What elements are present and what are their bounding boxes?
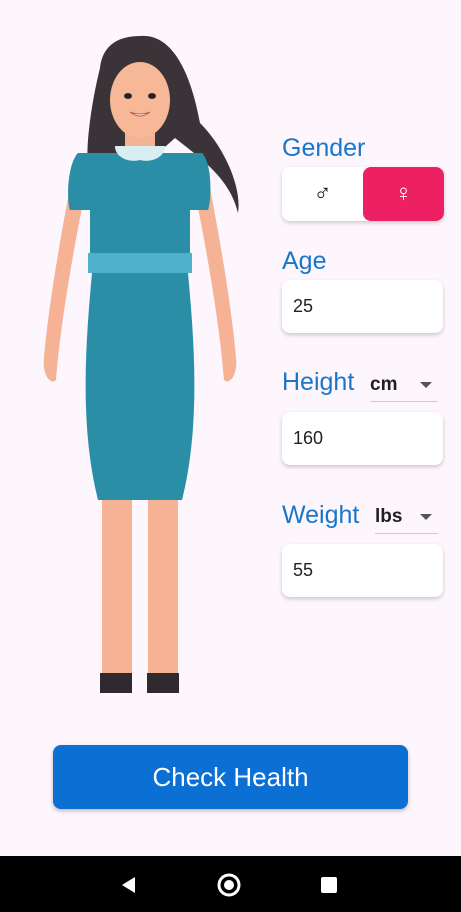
dropdown-caret-icon [420, 382, 432, 388]
system-navigation-bar [0, 856, 461, 912]
back-icon [122, 877, 135, 893]
age-label: Age [282, 247, 327, 275]
weight-label: Weight [282, 501, 360, 529]
height-value: 160 [293, 428, 324, 448]
gender-label: Gender [282, 134, 366, 162]
home-button[interactable] [214, 870, 244, 900]
app-screen: Gender ♂ ♀ Age 25 Height cm 160 Weight l… [0, 0, 461, 912]
age-value: 25 [293, 296, 314, 316]
home-icon [217, 873, 241, 897]
height-unit-dropdown[interactable]: cm [370, 368, 438, 402]
weight-input[interactable]: 55 [282, 544, 443, 597]
age-input[interactable]: 25 [282, 280, 443, 333]
female-gender-button[interactable]: ♀ [363, 167, 444, 221]
check-health-button-label: Check Health [152, 761, 309, 792]
check-health-button[interactable]: Check Health [53, 745, 408, 809]
recents-icon [321, 877, 337, 893]
weight-value: 55 [293, 560, 314, 580]
weight-unit-value: lbs [375, 505, 403, 527]
height-label: Height [282, 368, 355, 396]
male-gender-button[interactable]: ♂ [282, 167, 363, 221]
height-input[interactable]: 160 [282, 412, 443, 465]
male-symbol-icon: ♂ [313, 180, 332, 207]
weight-unit-dropdown[interactable]: lbs [375, 500, 438, 534]
gender-toggle: ♂ ♀ [282, 167, 444, 221]
dropdown-caret-icon [420, 514, 432, 520]
height-unit-value: cm [370, 373, 398, 395]
recents-button[interactable] [314, 870, 344, 900]
female-avatar-illustration [43, 35, 239, 693]
back-button[interactable] [114, 870, 144, 900]
female-symbol-icon: ♀ [394, 180, 413, 207]
